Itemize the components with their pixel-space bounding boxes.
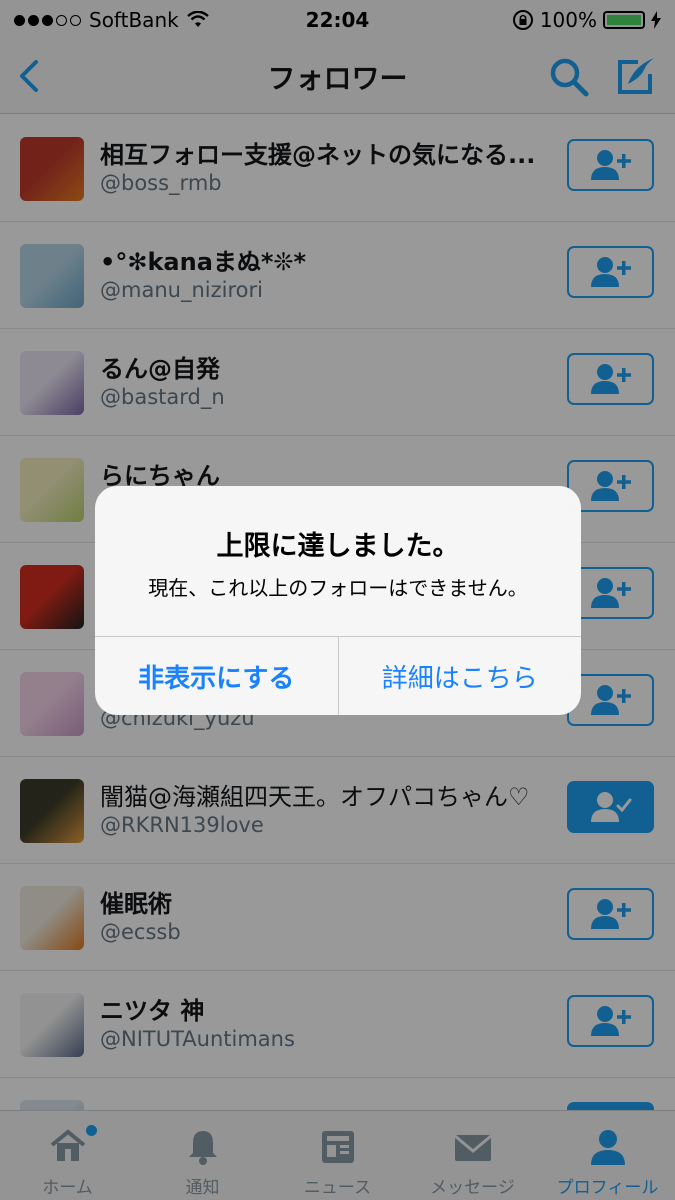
alert-title: 上限に達しました。 <box>216 531 460 562</box>
alert-message: 現在、これ以上のフォローはできません。 <box>148 576 528 600</box>
dismiss-button[interactable]: 非表示にする <box>95 637 339 715</box>
alert-buttons: 非表示にする 詳細はこちら <box>95 636 581 715</box>
details-button[interactable]: 詳細はこちら <box>339 637 582 715</box>
limit-alert-dialog: 上限に達しました。 現在、これ以上のフォローはできません。 非表示にする 詳細は… <box>95 486 581 715</box>
